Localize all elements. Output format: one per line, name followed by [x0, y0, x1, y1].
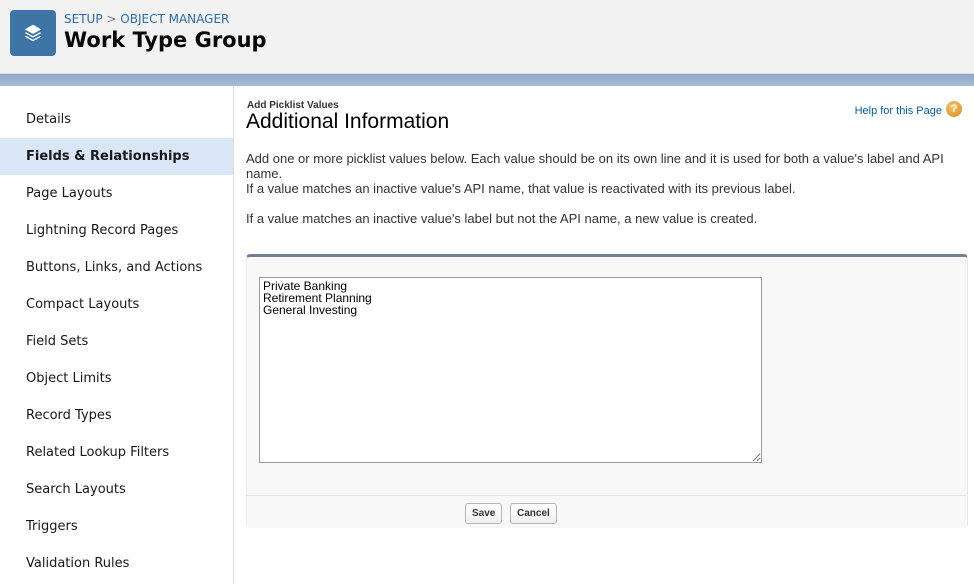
sidebar-item-lightning-record-pages[interactable]: Lightning Record Pages	[0, 212, 233, 249]
sidebar: Details Fields & Relationships Page Layo…	[0, 86, 234, 584]
picklist-values-panel: Private Banking Retirement Planning Gene…	[246, 254, 968, 528]
sidebar-item-search-layouts[interactable]: Search Layouts	[0, 471, 233, 508]
description-line: If a value matches an inactive value's l…	[246, 211, 758, 226]
sidebar-item-fields-relationships[interactable]: Fields & Relationships	[0, 138, 233, 175]
sidebar-item-compact-layouts[interactable]: Compact Layouts	[0, 286, 233, 323]
breadcrumb: SETUP > OBJECT MANAGER	[64, 12, 229, 26]
sidebar-item-field-sets[interactable]: Field Sets	[0, 323, 233, 360]
save-button[interactable]: Save	[465, 503, 503, 524]
header-divider-band	[0, 74, 974, 86]
sidebar-item-details[interactable]: Details	[0, 101, 233, 138]
sidebar-item-object-limits[interactable]: Object Limits	[0, 360, 233, 397]
breadcrumb-object-manager[interactable]: OBJECT MANAGER	[120, 12, 229, 26]
sidebar-item-triggers[interactable]: Triggers	[0, 508, 233, 545]
sidebar-item-related-lookup-filters[interactable]: Related Lookup Filters	[0, 434, 233, 471]
description-line: Add one or more picklist values below. E…	[246, 151, 944, 181]
main-content: Add Picklist Values Additional Informati…	[234, 86, 974, 584]
breadcrumb-separator: >	[106, 12, 117, 26]
sidebar-item-page-layouts[interactable]: Page Layouts	[0, 175, 233, 212]
layers-icon	[10, 10, 56, 56]
description-line: If a value matches an inactive value's A…	[246, 181, 796, 196]
sidebar-item-record-types[interactable]: Record Types	[0, 397, 233, 434]
picklist-values-textarea[interactable]: Private Banking Retirement Planning Gene…	[259, 277, 762, 463]
help-link[interactable]: Help for this Page	[855, 105, 942, 117]
cancel-button[interactable]: Cancel	[510, 503, 557, 524]
question-icon[interactable]: ?	[946, 101, 962, 117]
breadcrumb-setup[interactable]: SETUP	[64, 12, 103, 26]
sidebar-item-validation-rules[interactable]: Validation Rules	[0, 545, 233, 582]
section-title: Additional Information	[246, 110, 450, 133]
sidebar-item-buttons-links-actions[interactable]: Buttons, Links, and Actions	[0, 249, 233, 286]
page-title: Work Type Group	[64, 28, 267, 52]
page-header: SETUP > OBJECT MANAGER Work Type Group	[0, 0, 974, 74]
button-bar: Save Cancel	[247, 495, 967, 528]
